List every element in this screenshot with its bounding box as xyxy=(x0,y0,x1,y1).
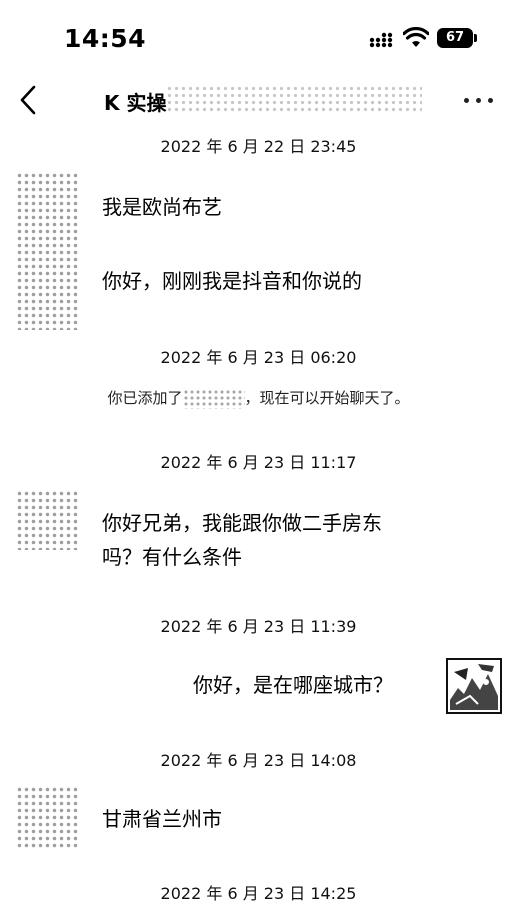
contact-avatar[interactable] xyxy=(16,786,78,850)
message-bubble-self[interactable]: 你好，是在哪座城市？ xyxy=(193,668,393,702)
self-avatar[interactable] xyxy=(446,658,502,714)
battery-icon: 67 xyxy=(437,28,477,48)
message-bubble[interactable]: 甘肃省兰州市 xyxy=(102,802,222,836)
timestamp: 2022 年 6 月 23 日 11:17 xyxy=(160,453,357,472)
back-arrow-icon[interactable] xyxy=(14,83,44,117)
more-options-icon[interactable] xyxy=(462,91,496,109)
contact-avatar[interactable] xyxy=(16,172,78,330)
wifi-icon xyxy=(403,27,429,47)
timestamp: 2022 年 6 月 23 日 14:25 xyxy=(160,884,357,903)
timestamp: 2022 年 6 月 22 日 23:45 xyxy=(160,137,357,156)
timestamp: 2022 年 6 月 23 日 11:39 xyxy=(160,617,357,636)
timestamp: 2022 年 6 月 23 日 14:08 xyxy=(160,751,357,770)
chat-title: K 实操 xyxy=(104,91,167,115)
message-line: 吗？有什么条件 xyxy=(102,545,242,569)
message-bubble[interactable]: 我是欧尚布艺 xyxy=(102,190,222,224)
contact-avatar[interactable] xyxy=(16,490,78,550)
system-notice: 你已添加了 ，现在可以开始聊天了。 xyxy=(0,387,517,409)
cellular-signal-icon xyxy=(369,30,393,48)
message-line: 你好兄弟，我能跟你做二手房东 xyxy=(102,511,382,535)
avatar-image-icon xyxy=(448,660,500,712)
chat-header: K 实操 xyxy=(0,75,517,125)
message-bubble[interactable]: 你好兄弟，我能跟你做二手房东 吗？有什么条件 xyxy=(102,506,382,574)
system-notice-suffix: ，现在可以开始聊天了。 xyxy=(244,389,410,407)
status-bar: 14:54 67 xyxy=(0,0,517,70)
redacted-name-blur xyxy=(166,85,422,115)
system-notice-prefix: 你已添加了 xyxy=(107,389,183,407)
status-time: 14:54 xyxy=(64,24,147,53)
timestamp: 2022 年 6 月 23 日 06:20 xyxy=(160,348,357,367)
message-bubble[interactable]: 你好，刚刚我是抖音和你说的 xyxy=(102,264,362,298)
redacted-contact-name xyxy=(182,388,245,409)
